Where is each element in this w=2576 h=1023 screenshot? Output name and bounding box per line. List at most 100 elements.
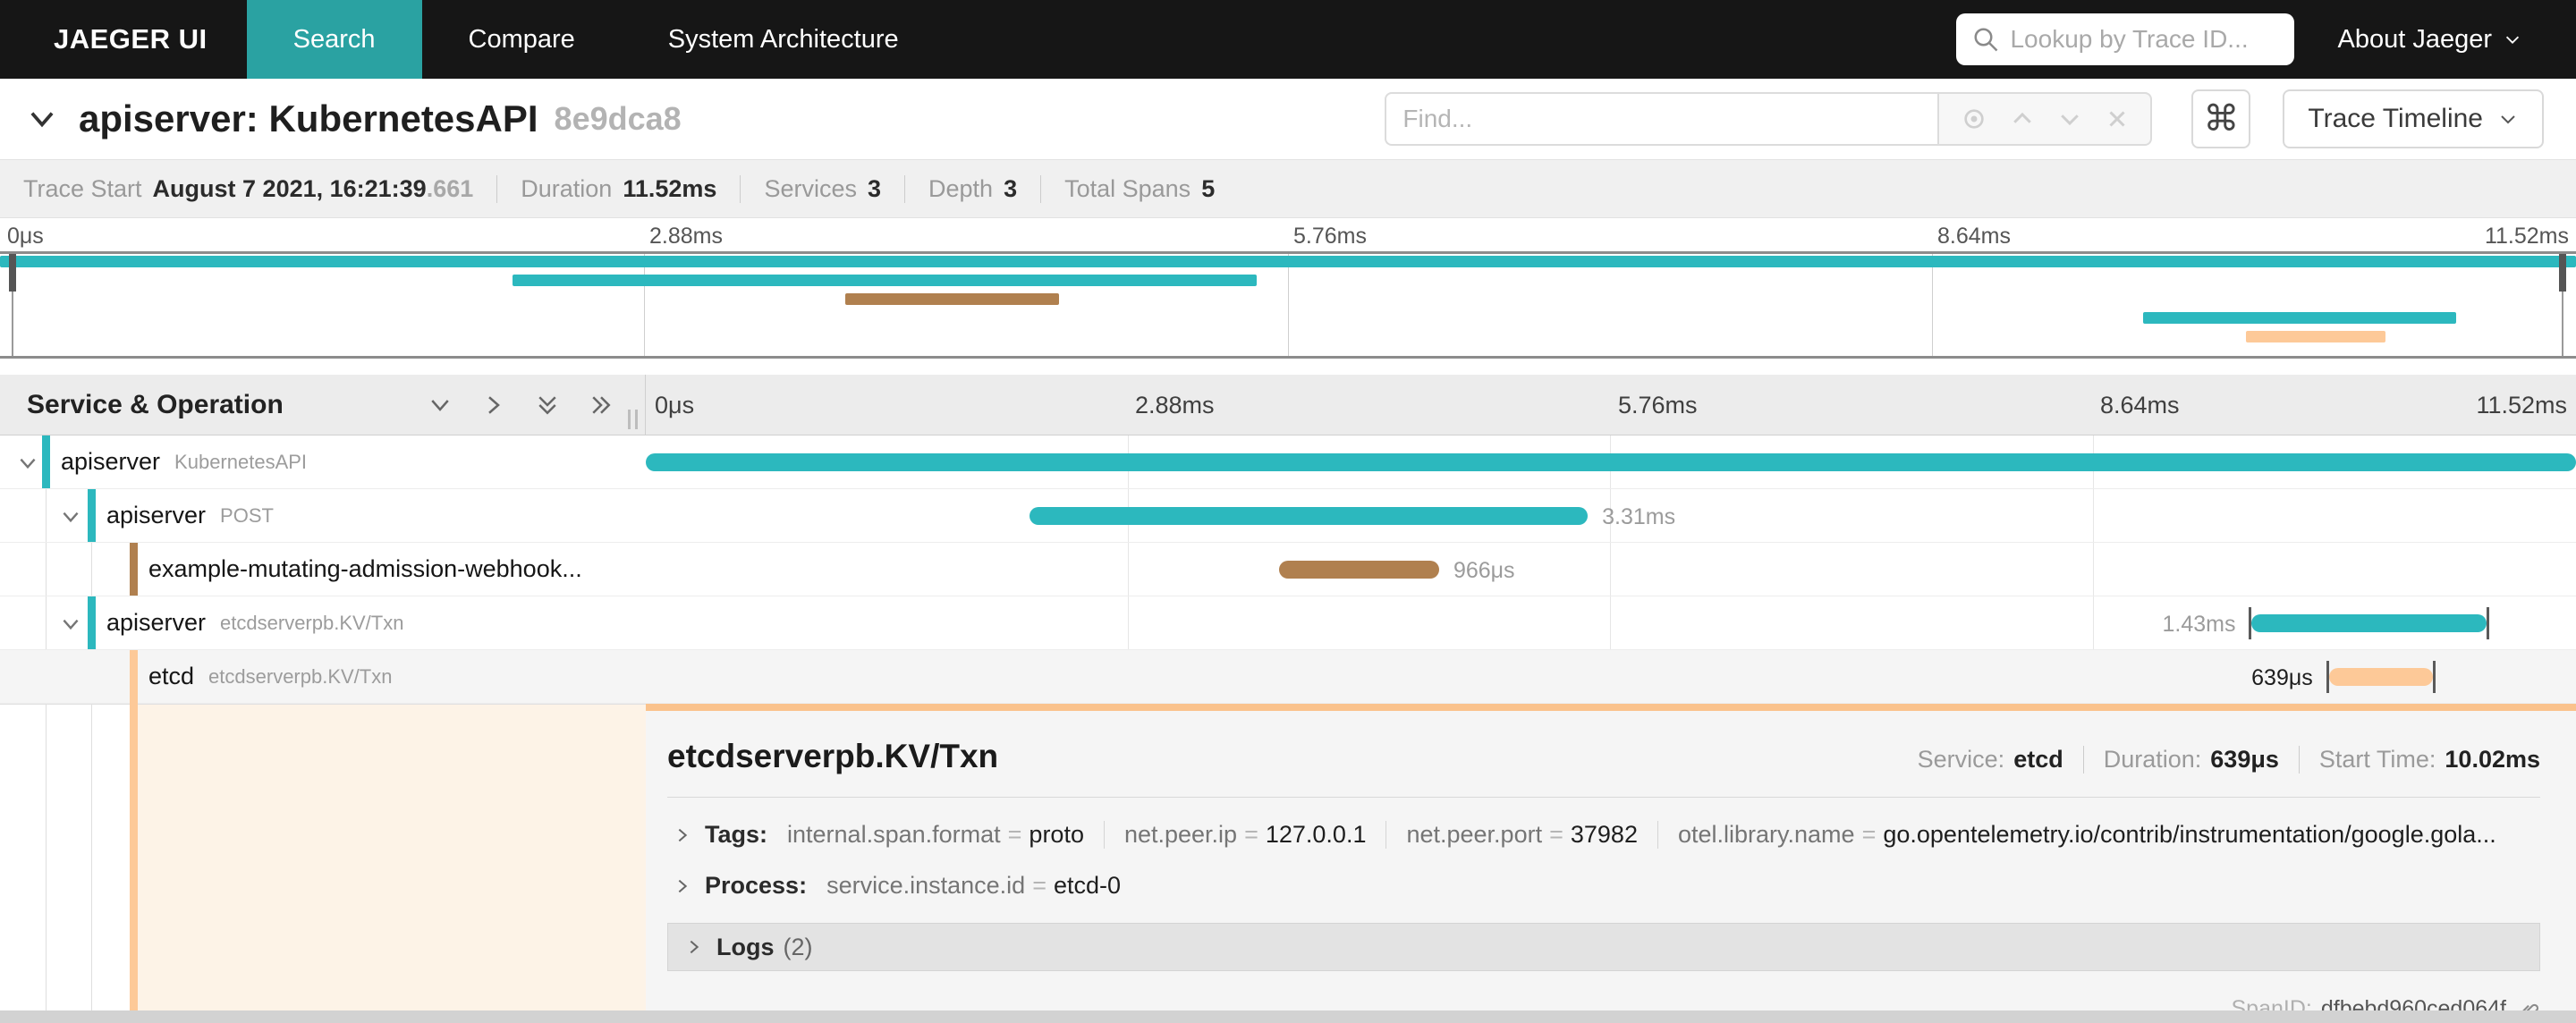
timeline-tick: 0μs: [655, 392, 695, 418]
collapse-one-icon[interactable]: [427, 392, 453, 418]
stat-duration: Duration 11.52ms: [496, 174, 716, 203]
axis-tick: 5.76ms: [1293, 224, 1367, 249]
service-operation-header: Service & Operation: [0, 375, 646, 435]
clear-search-icon[interactable]: [2104, 106, 2131, 132]
service-name: apiserver: [106, 609, 207, 636]
horizontal-scrollbar[interactable]: [0, 1010, 2576, 1023]
span-bar[interactable]: [1278, 561, 1439, 579]
tree-guide: [46, 705, 47, 1010]
minimap-span-bar: [844, 293, 1059, 305]
divider: [667, 797, 2540, 798]
span-row-apiserver-post[interactable]: apiserver POST 3.31ms: [0, 489, 2576, 543]
trace-minimap[interactable]: [0, 251, 2576, 359]
nav-tab-compare[interactable]: Compare: [422, 0, 622, 79]
span-bar[interactable]: [1030, 507, 1589, 525]
span-row-apiserver-etcd-txn[interactable]: apiserver etcdserverpb.KV/Txn 1.43ms: [0, 596, 2576, 650]
locate-span-icon[interactable]: [1960, 105, 1988, 133]
find-input[interactable]: [1402, 105, 1922, 133]
minimap-span-bar: [2143, 312, 2457, 324]
trace-title: apiserver: KubernetesAPI: [79, 97, 538, 140]
logs-expander[interactable]: Logs (2): [667, 923, 2540, 971]
stat-services: Services 3: [740, 174, 881, 203]
minimap-gridline: [1932, 254, 1933, 356]
detail-service: Service: etcd: [1917, 746, 2063, 773]
find-tools: [1937, 92, 2153, 146]
collapse-span-chevron-icon[interactable]: [59, 505, 82, 528]
service-name: apiserver: [106, 502, 207, 528]
selected-span-gutter-fill: [138, 705, 646, 1010]
span-bar-endcap: [2486, 607, 2489, 639]
collapse-span-chevron-icon[interactable]: [16, 452, 39, 475]
operation-name: POST: [220, 503, 274, 527]
selected-service-color-bar: [130, 651, 138, 1010]
find-box: [1385, 92, 1938, 146]
minimap-right-grip[interactable]: [2559, 254, 2566, 292]
axis-tick: 8.64ms: [1937, 224, 2011, 249]
timeline-tick: 2.88ms: [1135, 392, 1215, 418]
axis-tick: 11.52ms: [2484, 224, 2569, 249]
span-bar-endcap: [2326, 661, 2329, 693]
span-bar[interactable]: [646, 453, 2576, 471]
stat-trace-start: Trace Start August 7 2021, 16:21:39.661: [23, 174, 474, 202]
about-jaeger-menu[interactable]: About Jaeger: [2337, 25, 2522, 55]
collapse-span-chevron-icon[interactable]: [59, 613, 82, 636]
service-color-bar: [88, 596, 96, 649]
minimap-right-scrubber[interactable]: [2559, 254, 2566, 356]
tag-item: net.peer.port = 37982: [1385, 821, 1638, 849]
chevron-down-icon: [2503, 30, 2522, 49]
tags-expander[interactable]: Tags: internal.span.format = proto net.pee…: [667, 821, 2540, 849]
nav-tab-system-architecture[interactable]: System Architecture: [622, 0, 945, 79]
detail-left-gutter: [0, 651, 646, 1010]
search-icon: [1972, 26, 1999, 53]
minimap-left-scrubber[interactable]: [9, 254, 16, 356]
trace-view-label: Trace Timeline: [2308, 104, 2483, 133]
expand-one-icon[interactable]: [480, 392, 507, 418]
trace-id: 8e9dca8: [554, 100, 682, 137]
service-name: example-mutating-admission-webhook...: [148, 555, 582, 582]
trace-lookup-box: [1956, 13, 2295, 65]
operation-name: KubernetesAPI: [174, 450, 308, 473]
timeline-tick: 11.52ms: [2476, 392, 2567, 418]
span-row-etcd-txn-selected[interactable]: etcd etcdserverpb.KV/Txn 639μs: [0, 650, 2576, 704]
minimap-span-bar: [2246, 331, 2385, 342]
tree-guide: [91, 705, 92, 1010]
app-brand[interactable]: JAEGER UI: [0, 0, 247, 79]
span-row-webhook[interactable]: example-mutating-admission-webhook... 96…: [0, 543, 2576, 596]
timeline-tick: 8.64ms: [2100, 392, 2180, 418]
service-color-bar: [130, 543, 138, 596]
trace-view-dropdown[interactable]: Trace Timeline: [2283, 89, 2544, 148]
timeline-ticks-header: 0μs 2.88ms 5.76ms 8.64ms 11.52ms: [646, 375, 2576, 435]
stat-depth: Depth 3: [904, 174, 1017, 203]
collapse-trace-chevron-icon[interactable]: [25, 102, 59, 136]
span-row-apiserver-kubernetesapi[interactable]: apiserver KubernetesAPI: [0, 435, 2576, 489]
trace-lookup-input[interactable]: [2010, 25, 2279, 54]
span-duration-label: 639μs: [2251, 665, 2313, 690]
expand-all-icon[interactable]: [588, 392, 614, 418]
tag-item: net.peer.ip = 127.0.0.1: [1103, 821, 1366, 849]
span-bar[interactable]: [2251, 614, 2487, 632]
span-duration-label: 966μs: [1453, 558, 1515, 583]
minimap-span-bar: [513, 275, 1258, 286]
span-bar-endcap: [2433, 661, 2436, 693]
tags-label: Tags:: [705, 821, 768, 848]
service-operation-title: Service & Operation: [27, 389, 284, 419]
service-name: etcd: [148, 663, 195, 689]
next-result-icon[interactable]: [2056, 106, 2083, 132]
axis-tick: 2.88ms: [649, 224, 723, 249]
column-resize-grip[interactable]: [628, 410, 638, 429]
keyboard-shortcuts-button[interactable]: ⌘: [2191, 89, 2251, 148]
logs-label: Logs: [716, 933, 775, 960]
process-expander[interactable]: Process: service.instance.id = etcd-0: [667, 872, 2540, 900]
command-icon: ⌘: [2203, 99, 2240, 139]
span-bar[interactable]: [2328, 668, 2434, 686]
collapse-all-icon[interactable]: [534, 392, 561, 418]
tag-item: internal.span.format = proto: [787, 821, 1084, 848]
chevron-right-icon: [684, 937, 704, 957]
process-item: service.instance.id = etcd-0: [826, 872, 1122, 899]
nav-tab-search[interactable]: Search: [246, 0, 422, 79]
minimap-left-grip[interactable]: [9, 254, 16, 292]
prev-result-icon[interactable]: [2009, 106, 2036, 132]
span-duration-label: 3.31ms: [1602, 504, 1676, 529]
logs-count: (2): [783, 933, 813, 960]
stat-total-spans: Total Spans 5: [1040, 174, 1215, 203]
